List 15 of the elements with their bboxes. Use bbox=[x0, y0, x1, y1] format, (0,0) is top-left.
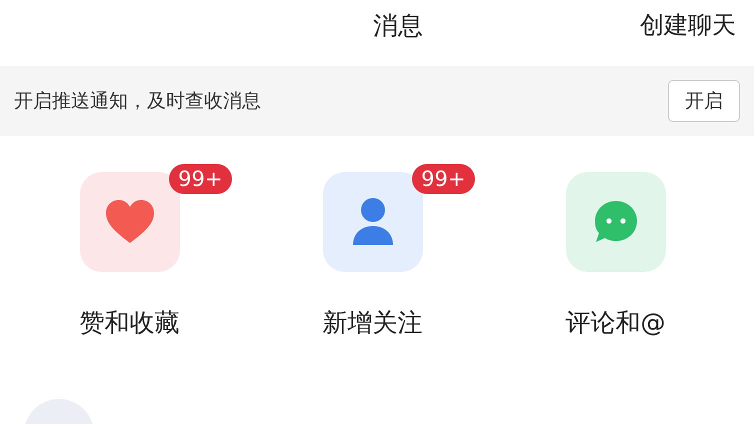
shortcut-label: 新增关注 bbox=[322, 307, 422, 339]
person-icon bbox=[350, 197, 394, 247]
shortcut-tile[interactable] bbox=[322, 172, 422, 272]
shortcut-tile[interactable] bbox=[80, 172, 180, 272]
shortcut-label: 赞和收藏 bbox=[80, 307, 180, 339]
heart-icon bbox=[104, 199, 156, 245]
count-badge: 99+ bbox=[169, 164, 232, 194]
chat-bubble-icon bbox=[592, 199, 638, 245]
count-badge: 99+ bbox=[412, 164, 474, 194]
page-title: 消息 bbox=[372, 10, 423, 42]
create-chat-link[interactable]: 创建聊天 bbox=[640, 9, 736, 41]
enable-button[interactable]: 开启 bbox=[668, 80, 740, 122]
shortcut-tile[interactable] bbox=[566, 172, 666, 272]
banner-text: 开启推送通知，及时查收消息 bbox=[14, 89, 261, 114]
shortcut-label: 评论和@ bbox=[566, 307, 666, 339]
